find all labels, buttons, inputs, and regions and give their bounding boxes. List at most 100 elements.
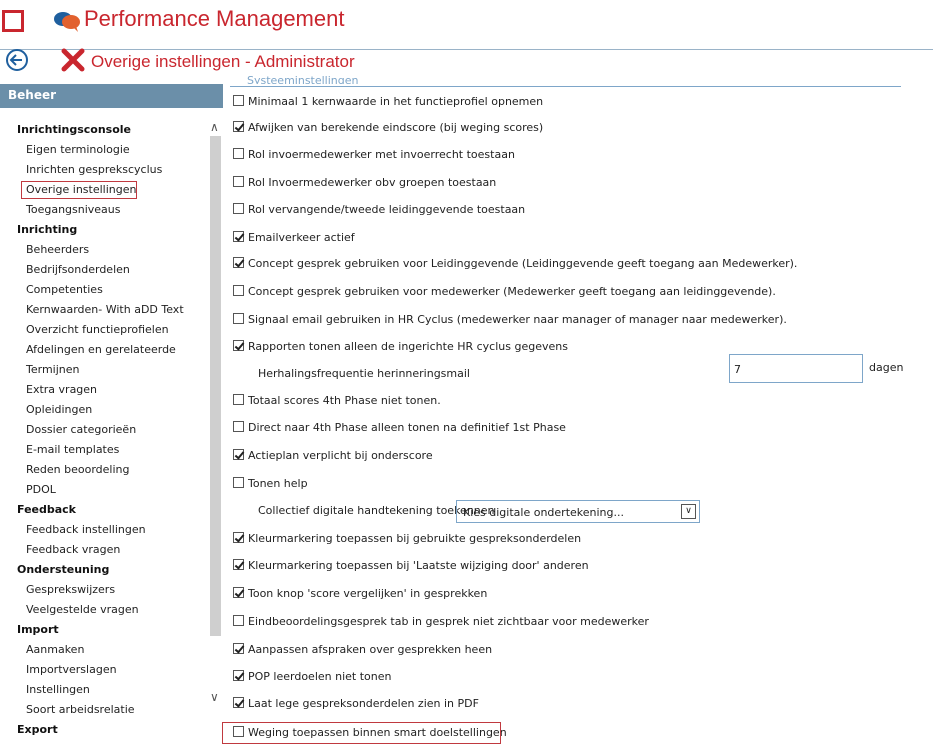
sidebar-item[interactable]: Importverslagen (0, 660, 206, 680)
setting-label: Eindbeoordelingsgesprek tab in gesprek n… (248, 615, 649, 628)
setting-row: Kleurmarkering toepassen bij 'Laatste wi… (223, 556, 589, 576)
sidebar-section-ondersteuning: Ondersteuning (17, 563, 110, 576)
sidebar-item[interactable]: Beheerders (0, 240, 206, 260)
setting-checkbox[interactable] (233, 340, 244, 351)
setting-label: Afwijken van berekende eindscore (bij we… (248, 121, 544, 134)
setting-label: Concept gesprek gebruiken voor medewerke… (248, 285, 776, 298)
sidebar-item[interactable]: Afdelingen en gerelateerde (0, 340, 206, 360)
sidebar-item[interactable]: Eigen terminologie (0, 140, 206, 160)
setting-checkbox[interactable] (233, 615, 244, 626)
sidebar-item[interactable]: Bedrijfsonderdelen (0, 260, 206, 280)
reminder-frequency-input[interactable]: 7 (729, 354, 863, 383)
setting-label: Concept gesprek gebruiken voor Leidingge… (248, 257, 798, 270)
chevron-down-icon[interactable]: ∨ (681, 504, 696, 519)
sidebar-item[interactable]: PDOL (0, 480, 206, 500)
setting-row: Signaal email gebruiken in HR Cyclus (me… (223, 310, 787, 330)
chat-bubbles-icon (54, 12, 80, 32)
setting-row: Afwijken van berekende eindscore (bij we… (223, 118, 543, 138)
scrollbar-thumb[interactable] (210, 136, 221, 636)
tools-cross-icon (61, 48, 85, 72)
setting-row: Totaal scores 4th Phase niet tonen. (223, 391, 441, 411)
setting-checkbox[interactable] (233, 477, 244, 488)
sidebar: Beheer Inrichtingsconsole Eigen terminolo… (0, 84, 223, 744)
scroll-down-icon[interactable]: ∨ (210, 690, 219, 704)
fieldset-legend: Systeeminstellingen (247, 74, 359, 84)
setting-checkbox[interactable] (233, 285, 244, 296)
sidebar-scrollbar[interactable]: ∧ ∨ (208, 120, 223, 708)
sidebar-item[interactable]: Veelgestelde vragen (0, 600, 206, 620)
sidebar-nav: Inrichtingsconsole Eigen terminologie Inri… (0, 120, 206, 740)
sidebar-item[interactable]: Dossier categorieën (0, 420, 206, 440)
setting-checkbox[interactable] (233, 148, 244, 159)
sidebar-item[interactable]: Feedback vragen (0, 540, 206, 560)
sidebar-item[interactable]: Aanmaken (0, 640, 206, 660)
setting-checkbox[interactable] (233, 449, 244, 460)
setting-label: Rol invoermedewerker met invoerrecht toe… (248, 148, 515, 161)
setting-checkbox[interactable] (233, 532, 244, 543)
setting-row: Kleurmarkering toepassen bij gebruikte g… (223, 529, 581, 549)
setting-checkbox[interactable] (233, 394, 244, 405)
setting-label: Actieplan verplicht bij onderscore (248, 449, 433, 462)
sidebar-item[interactable]: Opleidingen (0, 400, 206, 420)
setting-checkbox[interactable] (233, 559, 244, 570)
sidebar-item[interactable]: Instellingen (0, 680, 206, 700)
setting-row: Rapporten tonen alleen de ingerichte HR … (223, 337, 568, 357)
sidebar-item[interactable]: Extra vragen (0, 380, 206, 400)
digital-signature-select[interactable]: Kies digitale ondertekening... ∨ (456, 500, 700, 523)
setting-row: Eindbeoordelingsgesprek tab in gesprek n… (223, 612, 649, 632)
setting-row: Rol invoermedewerker met invoerrecht toe… (223, 145, 515, 165)
sidebar-item[interactable]: Overige instellingen (20, 180, 138, 200)
setting-label: Signaal email gebruiken in HR Cyclus (me… (248, 313, 787, 326)
sidebar-item[interactable]: Termijnen (0, 360, 206, 380)
setting-label: Minimaal 1 kernwaarde in het functieprof… (248, 95, 544, 108)
setting-checkbox[interactable] (233, 203, 244, 214)
setting-label: Emailverkeer actief (248, 231, 355, 244)
setting-checkbox[interactable] (233, 421, 244, 432)
setting-checkbox[interactable] (233, 257, 244, 268)
sidebar-item[interactable]: E-mail templates (0, 440, 206, 460)
sidebar-item[interactable]: Reden beoordeling (0, 460, 206, 480)
sidebar-heading: Beheer (0, 84, 223, 108)
setting-label: Rapporten tonen alleen de ingerichte HR … (248, 340, 568, 353)
sidebar-item[interactable]: Soort arbeidsrelatie (0, 700, 206, 720)
setting-checkbox[interactable] (233, 643, 244, 654)
setting-checkbox[interactable] (233, 670, 244, 681)
setting-checkbox[interactable] (233, 313, 244, 324)
setting-checkbox[interactable] (233, 95, 244, 106)
back-arrow-icon[interactable] (6, 49, 28, 71)
setting-checkbox[interactable] (233, 697, 244, 708)
sidebar-section-inrichting: Inrichting (17, 223, 78, 236)
setting-row: Minimaal 1 kernwaarde in het functieprof… (223, 92, 543, 112)
sidebar-item[interactable]: Toegangsniveaus (0, 200, 206, 220)
setting-checkbox[interactable] (233, 726, 244, 737)
sidebar-item[interactable]: Gesprekswijzers (0, 580, 206, 600)
setting-checkbox[interactable] (233, 121, 244, 132)
scroll-up-icon[interactable]: ∧ (210, 120, 219, 134)
setting-checkbox[interactable] (233, 587, 244, 598)
app-grid-icon[interactable] (2, 10, 24, 32)
sidebar-item[interactable]: Competenties (0, 280, 206, 300)
reminder-frequency-row: Herhalingsfrequentie herinneringsmail (223, 364, 470, 384)
select-value: Kies digitale ondertekening... (463, 506, 624, 519)
setting-row: Concept gesprek gebruiken voor medewerke… (223, 282, 776, 302)
setting-row: Aanpassen afspraken over gesprekken heen (223, 640, 492, 660)
setting-label: Rol Invoermedewerker obv groepen toestaa… (248, 176, 497, 189)
sidebar-item[interactable]: Inrichten gesprekscyclus (0, 160, 206, 180)
setting-label: Kleurmarkering toepassen bij gebruikte g… (248, 532, 582, 545)
top-bar: Performance Management (0, 0, 933, 50)
unit-label: dagen (869, 361, 904, 374)
setting-row: Actieplan verplicht bij onderscore (223, 446, 433, 466)
settings-panel: Systeeminstellingen Minimaal 1 kernwaard… (222, 72, 933, 744)
sidebar-section-export: Export (17, 723, 58, 736)
setting-label: Herhalingsfrequentie herinneringsmail (258, 367, 470, 380)
app-title: Performance Management (84, 6, 345, 31)
sidebar-item[interactable]: Kernwaarden- With aDD Text (0, 300, 206, 320)
setting-row: POP leerdoelen niet tonen (223, 667, 391, 687)
setting-row: Rol vervangende/tweede leidinggevende to… (223, 200, 525, 220)
sidebar-item[interactable]: Overzicht functieprofielen (0, 320, 206, 340)
sidebar-item[interactable]: Feedback instellingen (0, 520, 206, 540)
setting-checkbox[interactable] (233, 231, 244, 242)
setting-checkbox[interactable] (233, 176, 244, 187)
setting-row: Weging toepassen binnen smart doelstelli… (222, 722, 507, 744)
setting-label: Laat lege gespreksonderdelen zien in PDF (248, 697, 479, 710)
